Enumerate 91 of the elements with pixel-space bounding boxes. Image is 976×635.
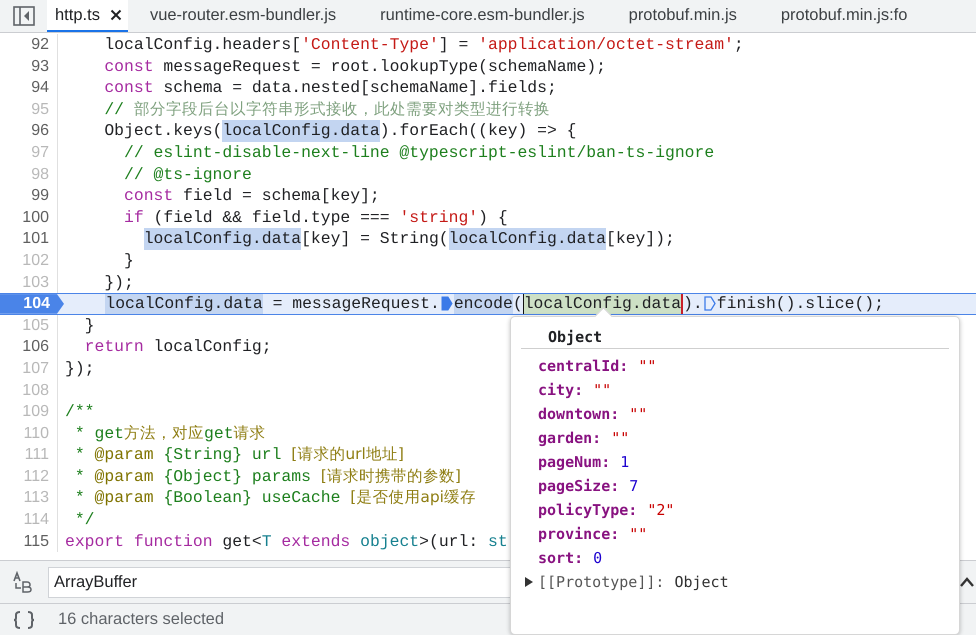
code-line: */ bbox=[74, 509, 95, 531]
code-text: Object.keys( bbox=[103, 120, 222, 142]
property-name: pageNum: bbox=[538, 452, 610, 473]
code-line: return localConfig; bbox=[84, 336, 272, 358]
line-number: 109 bbox=[0, 401, 58, 423]
code-line: } bbox=[123, 250, 134, 272]
code-text: ( bbox=[512, 294, 523, 314]
code-line: // @ts-ignore bbox=[123, 164, 252, 186]
line-number: 106 bbox=[0, 336, 58, 358]
highlighted-code-text: localConfig.data bbox=[448, 228, 606, 250]
file-tab[interactable]: protobuf.min.js:fo bbox=[772, 0, 930, 32]
property-value: "" bbox=[593, 380, 612, 401]
line-number: 108 bbox=[0, 380, 58, 402]
code-line: * get方法，对应get请求 bbox=[74, 422, 266, 444]
line-number: 115 bbox=[0, 530, 58, 552]
code-line: const messageRequest = root.lookupType(schemaName); bbox=[103, 56, 606, 78]
line-number: 105 bbox=[0, 314, 58, 336]
highlighted-code-text: localConfig.data bbox=[222, 120, 380, 142]
line-number: 95 bbox=[0, 98, 58, 120]
code-text: [key]); bbox=[606, 228, 675, 250]
property-name: province: bbox=[538, 524, 620, 545]
highlighted-code-text: encode bbox=[454, 294, 513, 314]
line-number: 111 bbox=[0, 444, 58, 466]
property-value: 7 bbox=[629, 476, 638, 497]
code-line: }); bbox=[64, 358, 95, 380]
line-number: 102 bbox=[0, 250, 58, 272]
line-number: 113 bbox=[0, 487, 58, 510]
code-line: } bbox=[84, 314, 95, 336]
highlighted-code-text: localConfig.data bbox=[105, 294, 263, 314]
property-value: "" bbox=[638, 356, 656, 377]
file-tab[interactable]: runtime-core.esm-bundler.js bbox=[372, 0, 607, 32]
code-text: = messageRequest. bbox=[272, 294, 440, 314]
highlighted-code-text: localConfig.data bbox=[144, 228, 302, 250]
line-number: 107 bbox=[0, 358, 58, 380]
property-value: "" bbox=[629, 404, 648, 425]
property-name: pageSize: bbox=[538, 476, 620, 497]
code-line: /** bbox=[64, 401, 95, 423]
code-line: if (field && field.type === 'string') { bbox=[123, 206, 508, 228]
caret-up-icon[interactable] bbox=[960, 577, 974, 587]
execution-line-number[interactable]: 104 bbox=[0, 294, 66, 314]
code-line: }); bbox=[103, 272, 134, 294]
line-number: 96 bbox=[0, 120, 58, 142]
close-icon[interactable] bbox=[110, 9, 122, 21]
code-line: const schema = data.nested[schemaName].fields; bbox=[103, 77, 557, 99]
property-name: [[Prototype]]: bbox=[538, 572, 664, 593]
line-number: 93 bbox=[0, 56, 58, 78]
file-tab[interactable]: http.ts bbox=[47, 0, 128, 32]
property-name: downtown: bbox=[538, 404, 620, 425]
code-line: * @param {Boolean} useCache [是否使用api缓存 bbox=[74, 487, 476, 510]
braces-icon[interactable] bbox=[13, 610, 35, 630]
file-tab[interactable]: vue-router.esm-bundler.js bbox=[142, 0, 358, 32]
line-number: 99 bbox=[0, 185, 58, 207]
line-number: 97 bbox=[0, 142, 58, 164]
property-name: garden: bbox=[538, 428, 602, 449]
breakpoint-location-icon[interactable] bbox=[704, 296, 716, 312]
code-line: // 部分字段后台以字符串形式接收，此处需要对类型进行转换 bbox=[103, 98, 550, 120]
property-name: policyType: bbox=[538, 500, 638, 521]
code-text: [key] = String( bbox=[301, 228, 449, 250]
code-line: const field = schema[key]; bbox=[123, 185, 380, 207]
expand-triangle-icon[interactable] bbox=[524, 576, 534, 588]
line-number: 98 bbox=[0, 164, 58, 186]
property-value: "" bbox=[611, 428, 630, 449]
code-text: ).forEach((key) => { bbox=[380, 120, 577, 142]
line-number: 94 bbox=[0, 77, 58, 99]
line-number: 101 bbox=[0, 228, 58, 250]
property-name: city: bbox=[538, 380, 584, 401]
property-name: sort: bbox=[538, 548, 584, 569]
line-number: 112 bbox=[0, 466, 58, 488]
code-line: export function get<T extends object>(url: st bbox=[64, 530, 508, 552]
property-value: Object bbox=[674, 572, 729, 593]
property-value: 1 bbox=[620, 452, 630, 473]
sidebar-toggle-icon[interactable] bbox=[13, 6, 35, 26]
line-number: 110 bbox=[0, 422, 58, 444]
property-value: 0 bbox=[593, 548, 602, 569]
line-number: 114 bbox=[0, 509, 58, 531]
code-text: finish().slice(); bbox=[716, 294, 884, 314]
selection-count-text: 16 characters selected bbox=[58, 610, 224, 629]
property-value: "" bbox=[629, 524, 648, 545]
selected-code-text: localConfig.data bbox=[522, 294, 684, 314]
code-line: // eslint-disable-next-line @typescript-eslint/ban-ts-ignore bbox=[123, 142, 714, 164]
file-tab[interactable]: protobuf.min.js bbox=[620, 0, 759, 32]
code-line: localConfig.headers['Content-Type'] = 'application/octet-stream'; bbox=[103, 34, 744, 56]
code-text: ). bbox=[683, 294, 703, 314]
property-name: centralId: bbox=[538, 356, 628, 377]
line-number: 92 bbox=[0, 34, 58, 56]
popover-title: Object bbox=[521, 326, 949, 349]
code-line: * @param {String} url [请求的url地址] bbox=[74, 444, 404, 466]
code-line: * @param {Object} params [请求时携带的参数] bbox=[74, 466, 461, 488]
line-number: 100 bbox=[0, 206, 58, 228]
property-value: "2" bbox=[647, 500, 674, 521]
replace-toggle-icon[interactable] bbox=[12, 571, 34, 593]
